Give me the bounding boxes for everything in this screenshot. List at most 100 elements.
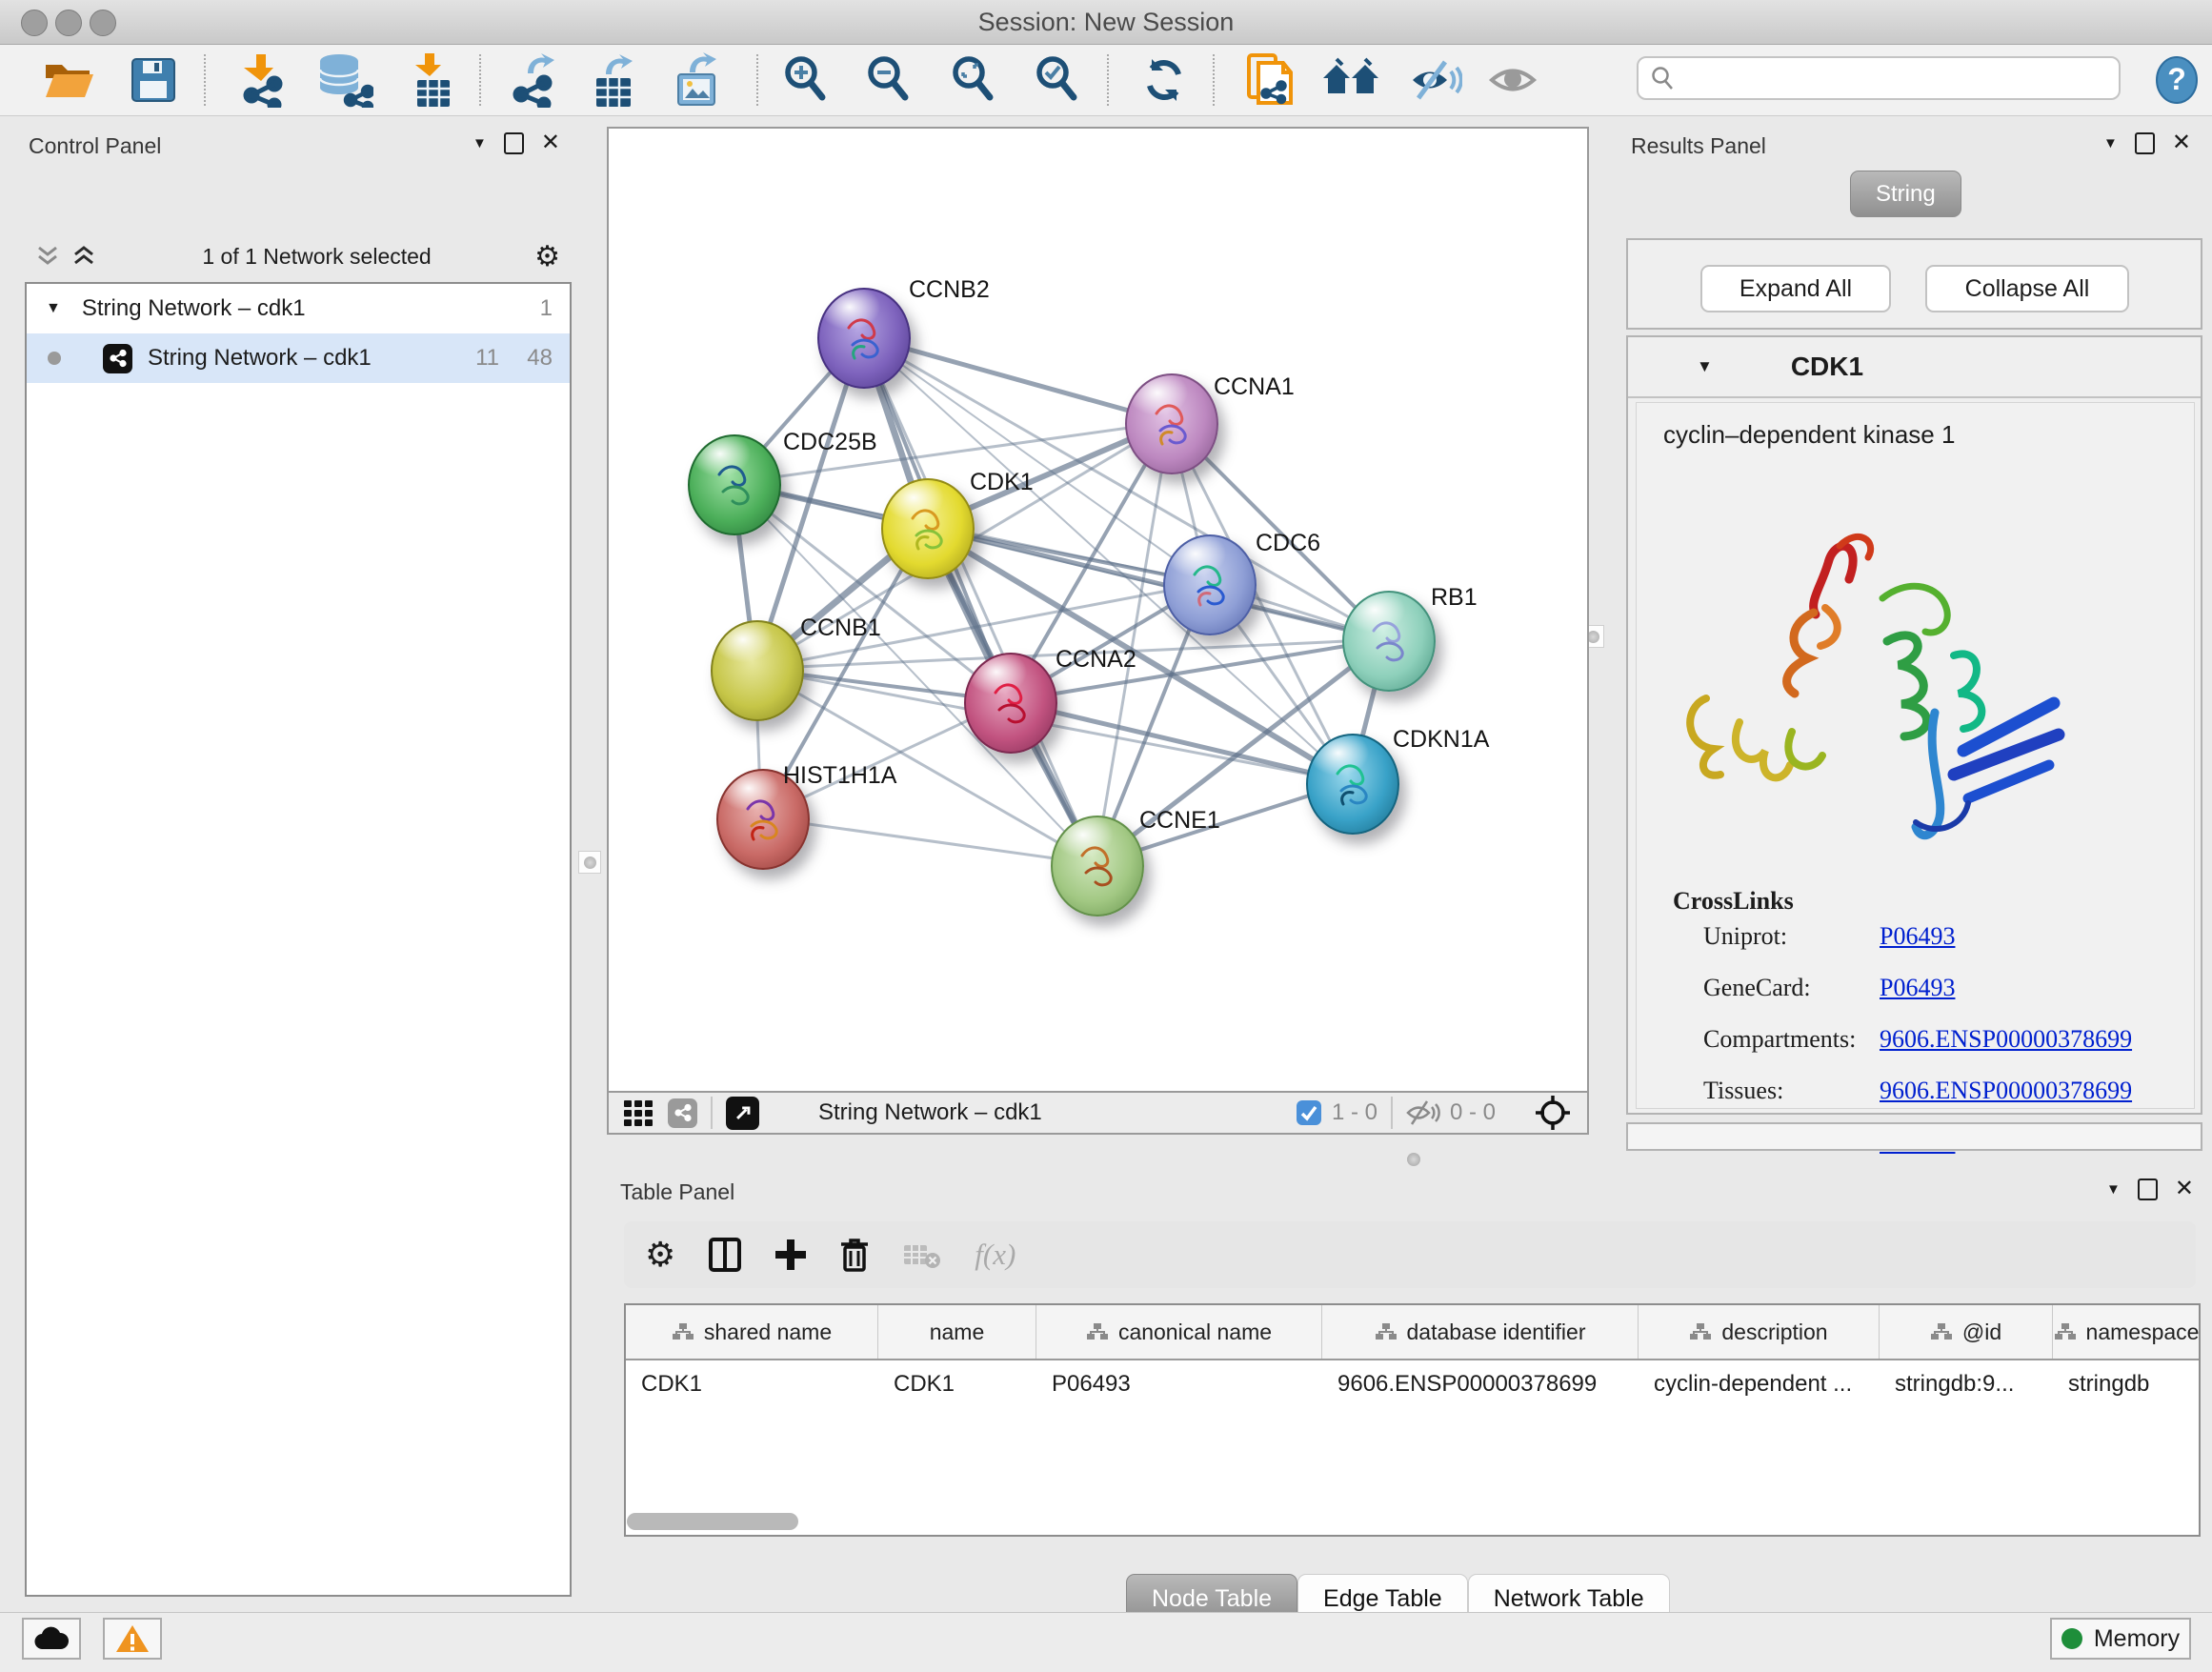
panel-float-icon[interactable] xyxy=(2135,132,2155,154)
table-hscrollbar-thumb[interactable] xyxy=(627,1513,798,1530)
cloud-status-button[interactable] xyxy=(22,1618,81,1660)
panel-close-icon[interactable]: ✕ xyxy=(2175,1178,2194,1200)
network-node-CCNB2[interactable] xyxy=(817,288,911,389)
network-edge-CCNA2-CDKN1A[interactable] xyxy=(1009,701,1351,782)
add-column-plus-icon[interactable] xyxy=(774,1238,807,1272)
network-canvas[interactable]: CCNB2CCNA1CDC25BCDK1CDC6RB1CCNB1CCNA2CDK… xyxy=(607,127,1589,1093)
tab-string[interactable]: String xyxy=(1850,171,1961,217)
table-cell[interactable]: 9606.ENSP00000378699 xyxy=(1322,1360,1639,1408)
table-cell[interactable]: P06493 xyxy=(1036,1360,1322,1408)
network-row-selected[interactable]: String Network – cdk1 11 48 xyxy=(27,333,570,383)
left-splitter-handle[interactable] xyxy=(578,851,601,874)
panel-collapse-icon[interactable]: ▼ xyxy=(2106,1181,2121,1198)
export-image-button[interactable] xyxy=(666,50,729,110)
panel-float-icon[interactable] xyxy=(504,132,524,154)
crosslink-link[interactable]: 9606.ENSP00000378699 xyxy=(1880,1077,2132,1104)
collapse-all-button[interactable]: Collapse All xyxy=(1925,265,2129,312)
network-node-CCNB1[interactable] xyxy=(711,620,804,721)
column-header[interactable]: description xyxy=(1639,1305,1880,1359)
apply-layout-button[interactable] xyxy=(1133,50,1196,110)
table-settings-gear-icon[interactable]: ⚙ xyxy=(645,1235,675,1275)
column-header[interactable]: @id xyxy=(1880,1305,2053,1359)
node-table[interactable]: shared namenamecanonical namedatabase id… xyxy=(624,1303,2201,1537)
network-node-CDKN1A[interactable] xyxy=(1306,734,1399,835)
panel-close-icon[interactable]: ✕ xyxy=(541,131,560,154)
search-input[interactable] xyxy=(1675,64,2088,92)
panel-collapse-icon[interactable]: ▼ xyxy=(473,135,487,151)
memory-button[interactable]: Memory xyxy=(2050,1618,2191,1660)
import-table-button[interactable] xyxy=(400,50,463,110)
column-header[interactable]: canonical name xyxy=(1036,1305,1322,1359)
column-header[interactable]: database identifier xyxy=(1322,1305,1639,1359)
network-node-CDC6[interactable] xyxy=(1163,534,1257,635)
network-edge-HIST1H1A-CCNE1[interactable] xyxy=(761,817,1096,864)
show-columns-icon[interactable] xyxy=(708,1236,742,1274)
network-node-RB1[interactable] xyxy=(1342,591,1436,692)
column-header[interactable]: namespace xyxy=(2053,1305,2201,1359)
column-tree-icon xyxy=(2054,1321,2077,1342)
gene-expand-icon[interactable]: ▼ xyxy=(1697,357,1713,376)
table-cell[interactable]: cyclin-dependent ... xyxy=(1639,1360,1880,1408)
fit-target-icon[interactable] xyxy=(1534,1094,1572,1132)
tree-expand-icon[interactable]: ▼ xyxy=(46,300,61,317)
crosslink-link[interactable]: 9606.ENSP00000378699 xyxy=(1880,1025,2132,1053)
table-header-row: shared namenamecanonical namedatabase id… xyxy=(626,1305,2199,1360)
network-node-CCNE1[interactable] xyxy=(1051,816,1144,917)
help-button[interactable]: ? xyxy=(2145,50,2208,110)
hide-selected-button[interactable] xyxy=(1404,50,1467,110)
network-node-label: CCNA2 xyxy=(1056,646,1136,674)
bottom-splitter-handle[interactable] xyxy=(1407,1153,1420,1166)
export-network-button[interactable] xyxy=(502,50,565,110)
panel-close-icon[interactable]: ✕ xyxy=(2172,131,2191,154)
cloud-icon xyxy=(33,1626,70,1651)
network-node-CDC25B[interactable] xyxy=(688,434,781,535)
network-options-gear-icon[interactable]: ⚙ xyxy=(534,240,560,273)
table-row[interactable]: CDK1CDK1P064939606.ENSP00000378699cyclin… xyxy=(626,1360,2199,1408)
table-cell[interactable]: CDK1 xyxy=(878,1360,1036,1408)
table-cell[interactable]: stringdb:9... xyxy=(1880,1360,2053,1408)
network-collection-row[interactable]: ▼ String Network – cdk1 1 xyxy=(27,284,570,333)
column-header[interactable]: name xyxy=(878,1305,1036,1359)
network-view-toolbar: String Network – cdk1 1 - 0 0 - 0 xyxy=(607,1093,1589,1135)
open-folder-icon xyxy=(42,55,97,105)
zoom-out-icon xyxy=(863,53,913,107)
table-cell[interactable]: CDK1 xyxy=(626,1360,878,1408)
protein-thumbnail-icon xyxy=(900,503,955,556)
save-session-button[interactable] xyxy=(122,50,185,110)
selected-checkbox-icon[interactable] xyxy=(1296,1099,1322,1126)
results-scroll-strip[interactable] xyxy=(1626,1122,2202,1151)
zoom-fit-button[interactable] xyxy=(941,50,1004,110)
birdseye-grid-icon[interactable] xyxy=(622,1097,654,1129)
network-edge-CCNB2-CCNE1[interactable] xyxy=(862,336,1096,864)
column-header[interactable]: shared name xyxy=(626,1305,878,1359)
network-share-icon[interactable] xyxy=(668,1098,697,1128)
import-network-from-database-button[interactable] xyxy=(312,50,375,110)
panel-collapse-icon[interactable]: ▼ xyxy=(2103,135,2118,151)
zoom-in-button[interactable] xyxy=(774,50,836,110)
clone-network-button[interactable] xyxy=(1237,50,1300,110)
warning-status-button[interactable] xyxy=(103,1618,162,1660)
detach-view-icon[interactable] xyxy=(726,1097,759,1130)
export-table-button[interactable] xyxy=(582,50,645,110)
table-cell[interactable]: stringdb xyxy=(2053,1360,2201,1408)
hidden-eye-icon[interactable] xyxy=(1406,1099,1440,1126)
import-table-icon xyxy=(408,51,455,109)
first-neighbors-button[interactable] xyxy=(1319,50,1382,110)
network-node-CCNA2[interactable] xyxy=(964,653,1057,754)
home-pair-icon xyxy=(1321,57,1380,103)
zoom-selected-button[interactable] xyxy=(1025,50,1088,110)
show-all-button[interactable] xyxy=(1482,50,1545,110)
panel-float-icon[interactable] xyxy=(2138,1178,2158,1200)
import-network-button[interactable] xyxy=(231,50,293,110)
crosslink-link[interactable]: P06493 xyxy=(1880,974,1955,1001)
network-node-CCNA1[interactable] xyxy=(1125,373,1218,474)
network-node-CDK1[interactable] xyxy=(881,478,975,579)
gene-header-row[interactable]: ▼ CDK1 xyxy=(1628,337,2201,398)
collapse-all-chevrons-icon[interactable] xyxy=(34,244,63,269)
zoom-out-button[interactable] xyxy=(856,50,919,110)
open-session-button[interactable] xyxy=(38,50,101,110)
expand-all-button[interactable]: Expand All xyxy=(1700,265,1891,312)
expand-all-chevrons-icon[interactable] xyxy=(70,244,99,269)
delete-column-trash-icon[interactable] xyxy=(839,1237,870,1273)
crosslink-link[interactable]: P06493 xyxy=(1880,922,1955,950)
